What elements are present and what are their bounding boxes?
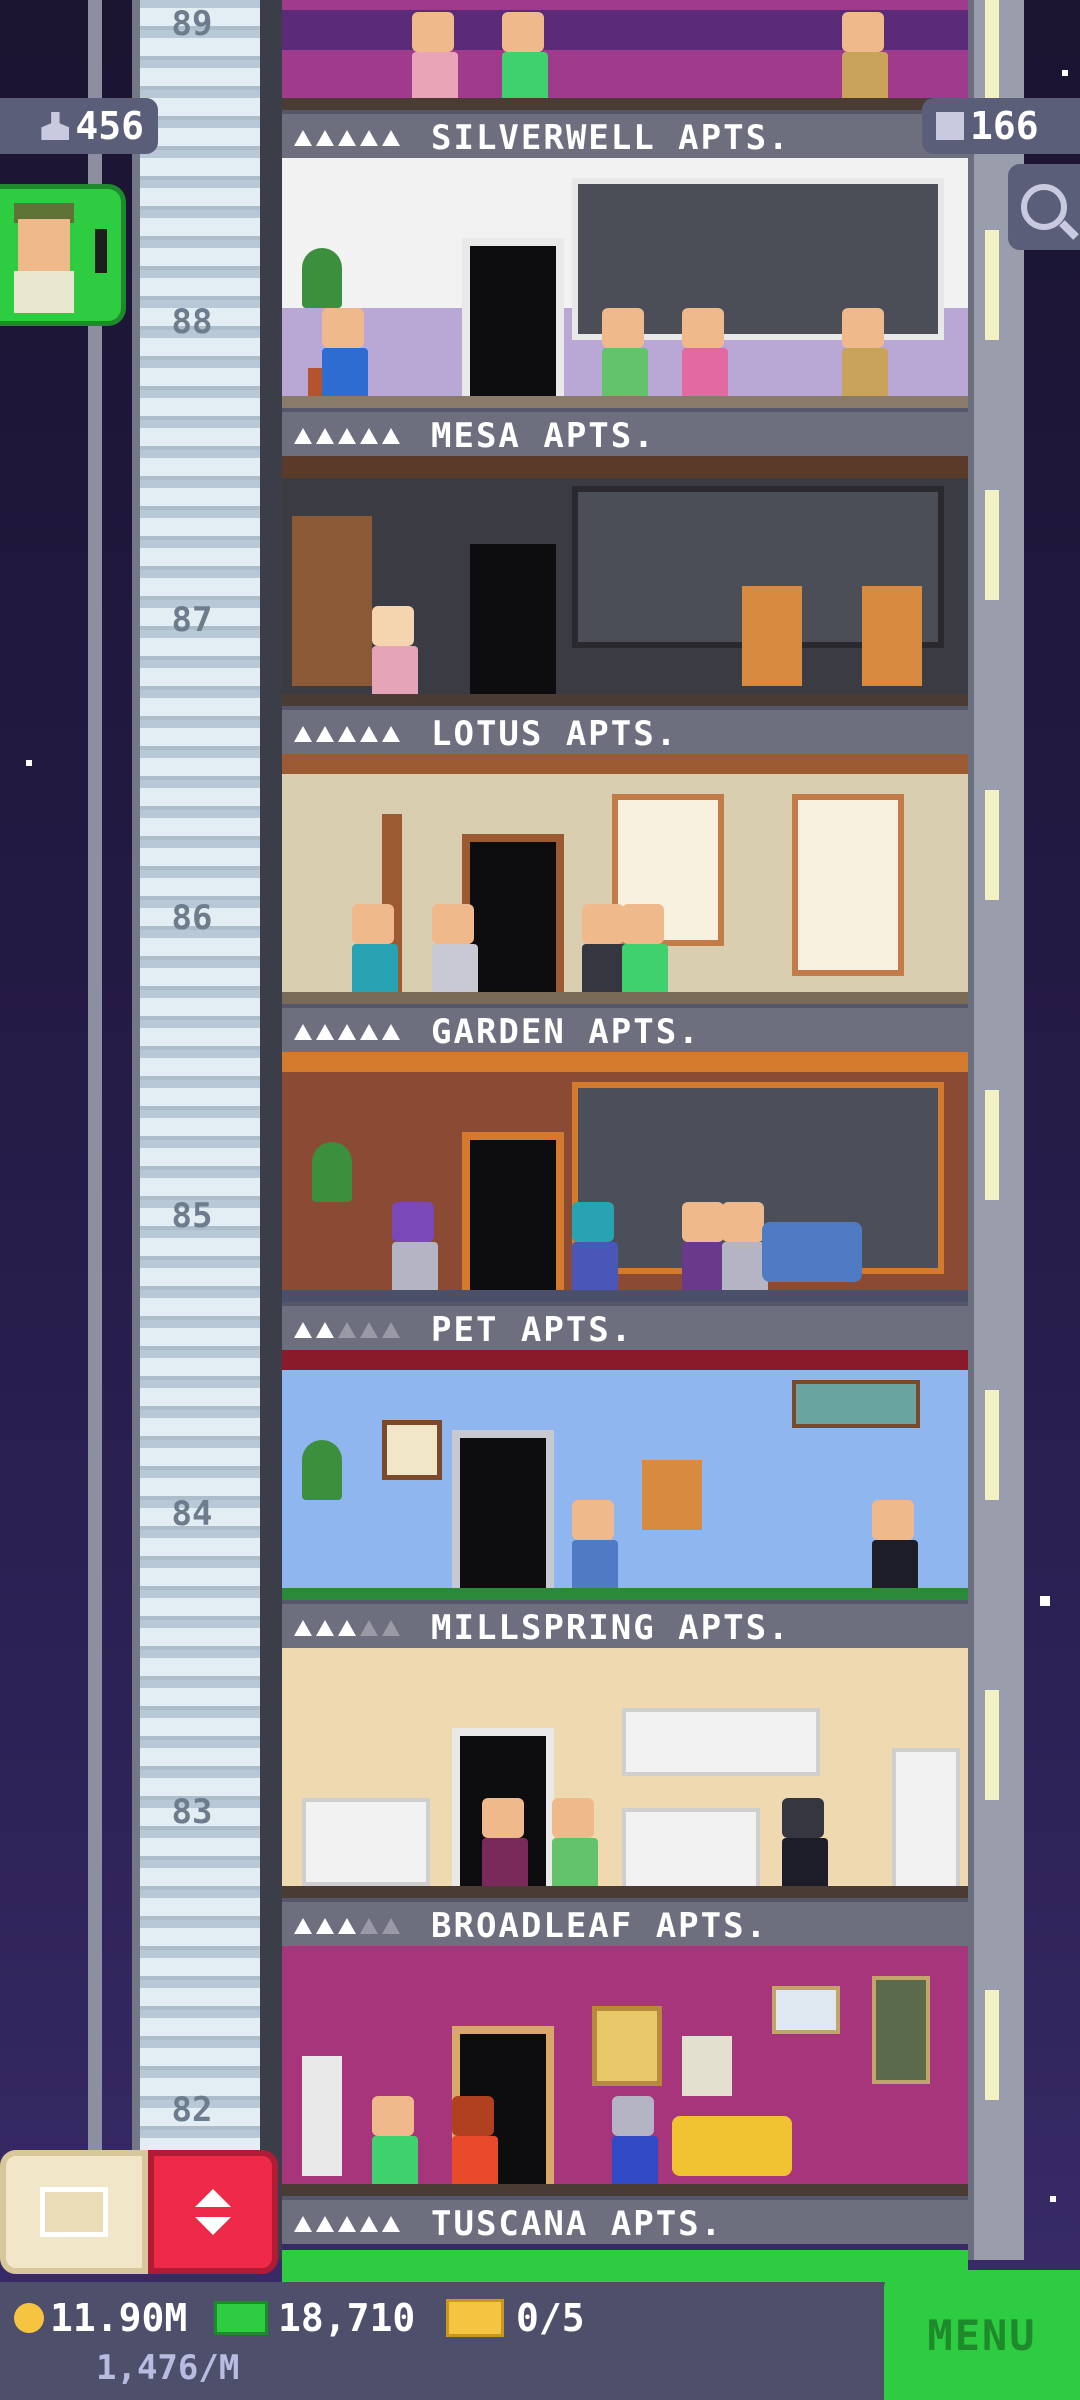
- floor-label-bar: PET APTS.: [282, 1302, 968, 1350]
- floor-name: TUSCANA APTS.: [431, 2204, 724, 2244]
- coins-display[interactable]: 11.90M: [14, 2296, 187, 2340]
- floor-name: LOTUS APTS.: [431, 714, 679, 754]
- inventory-button[interactable]: [0, 2150, 148, 2274]
- floor-stars: [294, 1024, 419, 1040]
- bux-icon: [214, 2301, 268, 2335]
- floor-counter[interactable]: 166: [922, 98, 1080, 154]
- sky-star: [1050, 2196, 1056, 2202]
- floor-label-bar: TUSCANA APTS.: [282, 2196, 968, 2244]
- sky-star: [1062, 70, 1068, 76]
- magnifier-icon: [1021, 184, 1067, 230]
- floor-name: BROADLEAF APTS.: [431, 1906, 769, 1946]
- floor-silverwell[interactable]: SILVERWELL APTS.: [282, 0, 968, 158]
- search-button[interactable]: [1008, 164, 1080, 250]
- floor-tuscana[interactable]: TUSCANA APTS.: [282, 1946, 968, 2244]
- room-interior: [282, 1648, 968, 1898]
- menu-button[interactable]: MENU: [884, 2270, 1080, 2400]
- coins-value: 11.90M: [50, 2296, 188, 2340]
- room-interior: [282, 754, 968, 1004]
- floor-millspring[interactable]: MILLSPRING APTS.: [282, 1350, 968, 1648]
- tower-window: [985, 1090, 999, 1200]
- elevator-floor-number: 82: [171, 2090, 213, 2130]
- building-icon: [936, 112, 964, 140]
- person-icon: [41, 112, 70, 140]
- bux-value: 18,710: [278, 2296, 416, 2340]
- floor-count-value: 166: [970, 104, 1039, 148]
- ticket-icon: [446, 2299, 504, 2337]
- floor-pet[interactable]: PET APTS.: [282, 1052, 968, 1350]
- room-interior: [282, 0, 968, 110]
- tower-divider: [260, 0, 282, 2260]
- floor-label-bar: GARDEN APTS.: [282, 1004, 968, 1052]
- sky-star: [1040, 1596, 1050, 1606]
- floor-label-bar: LOTUS APTS.: [282, 706, 968, 754]
- elevator-floor-number: 84: [171, 1494, 213, 1534]
- vip-avatar: [18, 219, 70, 271]
- elevator-floor-number: 88: [171, 302, 213, 342]
- elevator-button[interactable]: [148, 2150, 278, 2274]
- floor-label-bar: SILVERWELL APTS.: [282, 110, 968, 158]
- room-interior: [282, 1350, 968, 1600]
- floor-name: GARDEN APTS.: [431, 1012, 701, 1052]
- floor-garden[interactable]: GARDEN APTS.: [282, 754, 968, 1052]
- room-interior: [282, 456, 968, 706]
- tower-window: [985, 1390, 999, 1500]
- tickets-value: 0/5: [516, 2296, 585, 2340]
- tower-window: [985, 790, 999, 900]
- floor-stars: [294, 2216, 419, 2232]
- arrow-down-icon: [195, 2217, 231, 2235]
- floor-stars: [294, 1322, 419, 1338]
- room-interior: [282, 1946, 968, 2196]
- floor-name: SILVERWELL APTS.: [431, 118, 791, 158]
- floor-stars: [294, 130, 419, 146]
- elevator-floor-number: 87: [171, 600, 213, 640]
- bux-display[interactable]: 18,710: [214, 2296, 415, 2340]
- tower-window: [985, 230, 999, 340]
- elevator-floor-number: 83: [171, 1792, 213, 1832]
- lobby-strip: [282, 2250, 968, 2282]
- floor-stars: [294, 726, 419, 742]
- floor-label-bar: MILLSPRING APTS.: [282, 1600, 968, 1648]
- vip-body: [14, 271, 74, 313]
- elevator-floor-number: 86: [171, 898, 213, 938]
- elevator-floor-number: 85: [171, 1196, 213, 1236]
- floor-stars: [294, 428, 419, 444]
- floor-name: MILLSPRING APTS.: [431, 1608, 791, 1648]
- floor-mesa[interactable]: MESA APTS.: [282, 158, 968, 456]
- coin-rate: 1,476/M: [96, 2348, 240, 2388]
- floor-label-bar: BROADLEAF APTS.: [282, 1898, 968, 1946]
- tickets-display[interactable]: 0/5: [446, 2296, 585, 2340]
- tower-window: [985, 490, 999, 600]
- tower-window: [985, 0, 999, 110]
- elevator-floor-number: 89: [171, 4, 213, 44]
- population-counter[interactable]: 456: [0, 98, 158, 154]
- floor-name: PET APTS.: [431, 1310, 634, 1350]
- tower-left-wall: [88, 0, 102, 2260]
- room-interior: [282, 1052, 968, 1302]
- floor-lotus[interactable]: LOTUS APTS.: [282, 456, 968, 754]
- population-value: 456: [75, 104, 144, 148]
- floor-stars: [294, 1620, 419, 1636]
- room-interior: [282, 158, 968, 408]
- arrow-up-icon: [195, 2189, 231, 2207]
- floor-stars: [294, 1918, 419, 1934]
- sky-star: [26, 760, 32, 766]
- tower-window: [985, 1690, 999, 1800]
- floor-broadleaf[interactable]: BROADLEAF APTS.: [282, 1648, 968, 1946]
- vip-visitor-button[interactable]: [0, 184, 126, 326]
- tower-window: [985, 1990, 999, 2100]
- floor-name: MESA APTS.: [431, 416, 656, 456]
- coin-icon: [14, 2303, 44, 2333]
- floor-label-bar: MESA APTS.: [282, 408, 968, 456]
- box-icon: [40, 2187, 108, 2237]
- alert-icon: [95, 229, 107, 273]
